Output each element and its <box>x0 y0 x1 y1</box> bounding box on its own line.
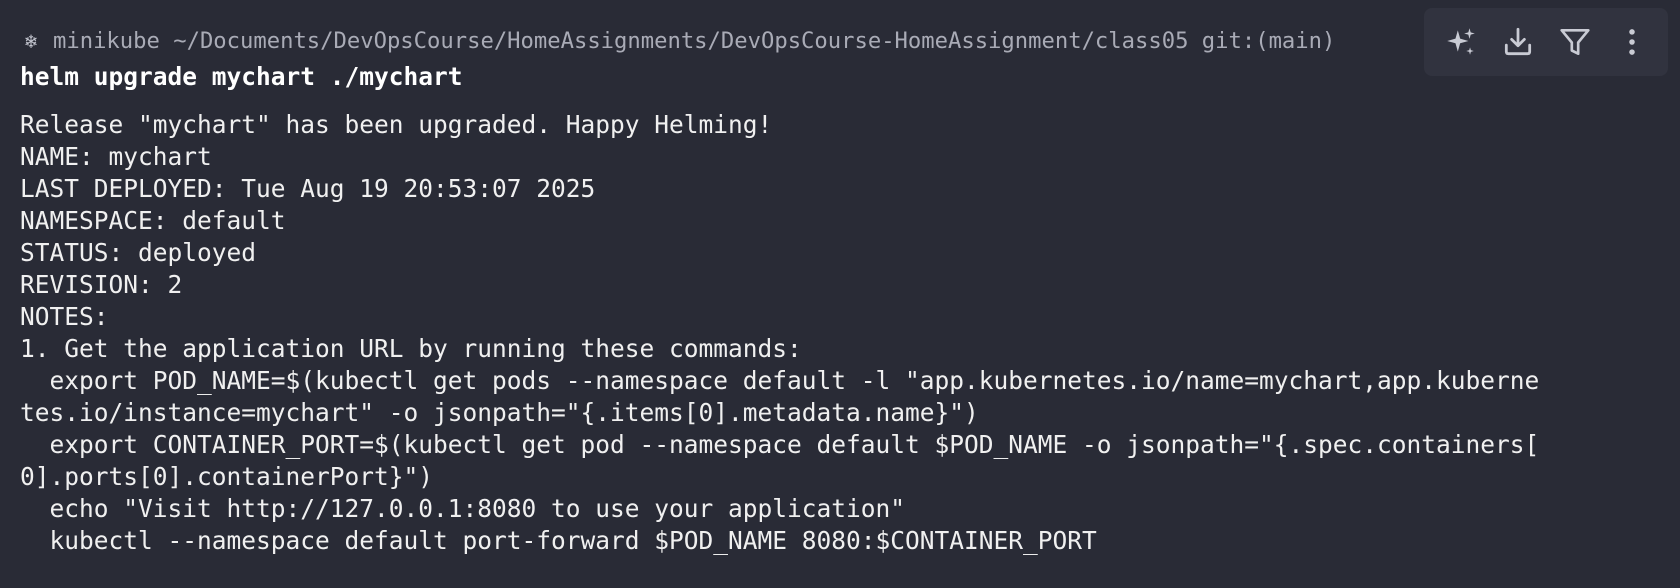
shell-prompt: ❄ minikube ~/Documents/DevOpsCourse/HomeA… <box>20 26 1335 56</box>
terminal-window[interactable]: ❄ minikube ~/Documents/DevOpsCourse/HomeA… <box>0 0 1680 588</box>
output-line: export POD_NAME=$(kubectl get pods --nam… <box>20 366 1540 395</box>
output-line: Release "mychart" has been upgraded. Hap… <box>20 110 773 139</box>
output-line: echo "Visit http://127.0.0.1:8080 to use… <box>20 494 906 523</box>
more-options-button[interactable] <box>1608 18 1656 66</box>
output-line: NOTES: <box>20 302 109 331</box>
output-line: 1. Get the application URL by running th… <box>20 334 802 363</box>
command-output: Release "mychart" has been upgraded. Hap… <box>20 109 1539 557</box>
ai-assist-button[interactable] <box>1437 18 1485 66</box>
prompt-path: minikube ~/Documents/DevOpsCourse/HomeAs… <box>53 28 1336 54</box>
kubernetes-helm-icon: ❄ <box>24 29 38 53</box>
filter-button[interactable] <box>1551 18 1599 66</box>
sparkle-icon <box>1446 28 1475 55</box>
output-line: NAMESPACE: default <box>20 206 286 235</box>
download-button[interactable] <box>1494 18 1542 66</box>
command-input: helm upgrade mychart ./mychart <box>20 62 463 91</box>
output-line: STATUS: deployed <box>20 238 257 267</box>
filter-icon <box>1559 28 1590 56</box>
output-line: tes.io/instance=mychart" -o jsonpath="{.… <box>20 398 979 427</box>
output-line: LAST DEPLOYED: Tue Aug 19 20:53:07 2025 <box>20 174 596 203</box>
more-vertical-icon <box>1628 29 1635 55</box>
block-toolbar <box>1424 8 1668 76</box>
output-line: NAME: mychart <box>20 142 212 171</box>
output-line: kubectl --namespace default port-forward… <box>20 526 1097 555</box>
output-line: 0].ports[0].containerPort}") <box>20 462 434 491</box>
download-icon <box>1504 27 1531 56</box>
output-line: REVISION: 2 <box>20 270 183 299</box>
output-line: export CONTAINER_PORT=$(kubectl get pod … <box>20 430 1540 459</box>
